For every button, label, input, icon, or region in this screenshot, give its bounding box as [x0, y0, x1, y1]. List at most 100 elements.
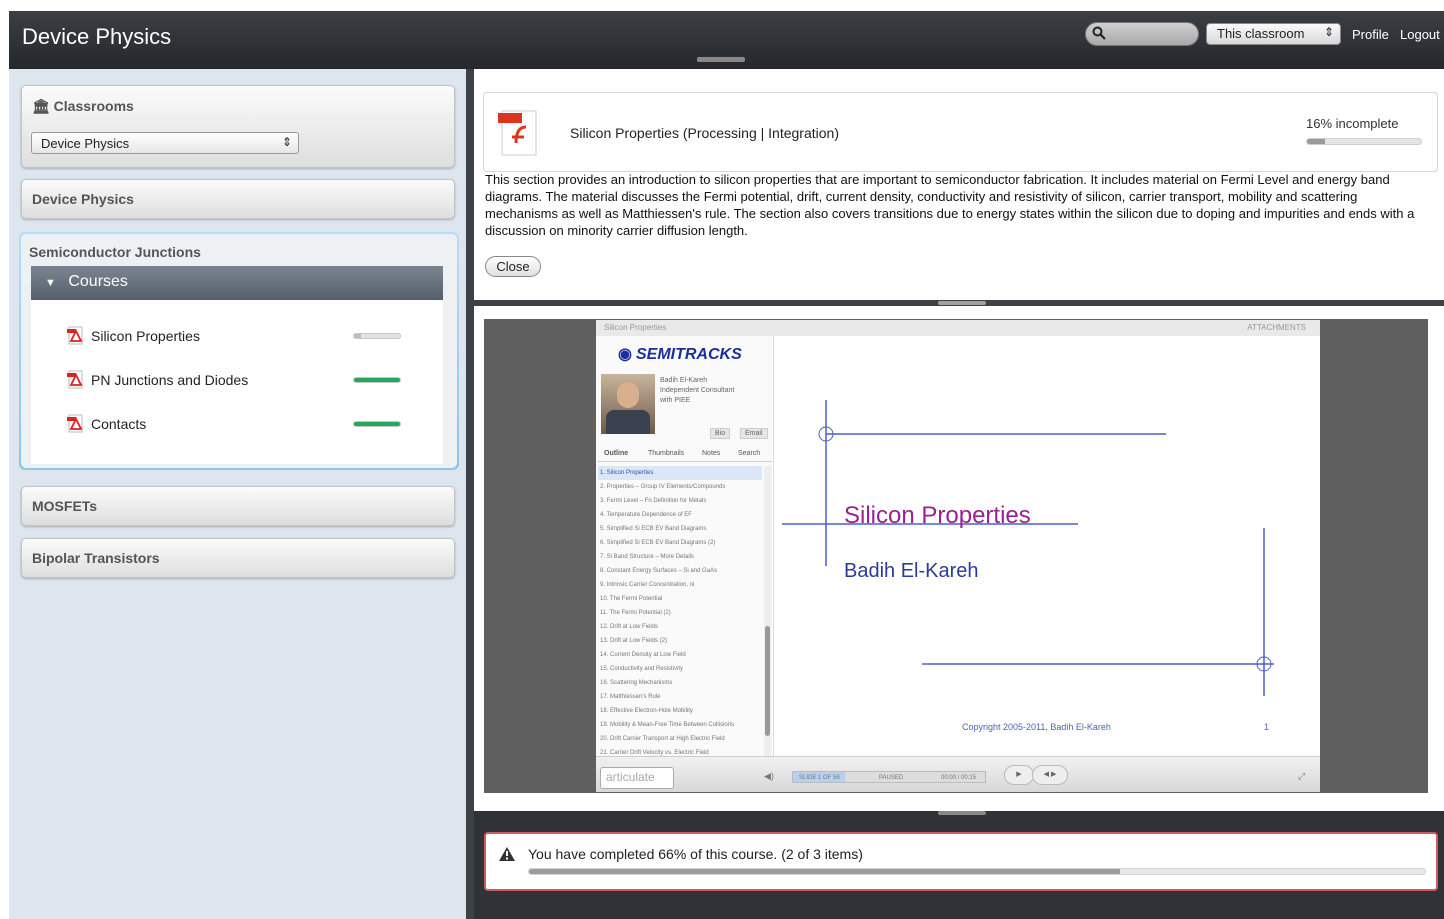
close-button[interactable]: Close: [485, 256, 541, 277]
courses-toggle[interactable]: ▼ Courses: [31, 266, 443, 300]
search-scope-value: This classroom: [1217, 26, 1305, 41]
course-label: Contacts: [91, 416, 147, 432]
volume-icon[interactable]: ◀): [764, 771, 774, 782]
outline-item[interactable]: 18. Effective Electron-Hole Mobility: [598, 704, 762, 718]
outline-item[interactable]: 2. Properties – Group IV Elements/Compou…: [598, 480, 762, 494]
outline-item[interactable]: 4. Temperature Dependence of EF: [598, 508, 762, 522]
fullscreen-icon[interactable]: ⤢: [1298, 771, 1305, 782]
outline-item[interactable]: 8. Constant Energy Surfaces – Si and GaA…: [598, 564, 762, 578]
bio-button[interactable]: Bio: [710, 428, 731, 439]
outline-item[interactable]: 3. Fermi Level – Fn Definition for Metal…: [598, 494, 762, 508]
tab-search[interactable]: Search: [738, 450, 760, 457]
player-controls: articulate ◀) SLIDE 1 OF 58 PAUSED 00:00…: [596, 756, 1320, 792]
outline-scrollbar[interactable]: [764, 466, 771, 756]
outline-item[interactable]: 5. Simplified Si ECB EV Band Diagrams: [598, 522, 762, 536]
presenter-affiliation: with PIEE: [660, 397, 691, 404]
section-label: Device Physics: [32, 191, 134, 207]
sidebar-splitter[interactable]: [466, 69, 474, 919]
search-scope-select[interactable]: This classroom ⇕: [1206, 23, 1341, 45]
slide: Silicon Properties Badih El-Kareh Copyri…: [776, 338, 1318, 756]
select-arrows-icon: ⇕: [281, 135, 292, 149]
email-button[interactable]: Email: [740, 428, 768, 439]
outline-item[interactable]: 20. Drift Carrier Transport at High Elec…: [598, 732, 762, 746]
course-item[interactable]: Silicon Properties: [67, 326, 437, 348]
section-label: Semiconductor Junctions: [29, 244, 201, 260]
outline-item[interactable]: 21. Carrier Drift Velocity vs. Electric …: [598, 746, 762, 756]
completion-text: You have completed 66% of this course. (…: [528, 846, 863, 862]
logout-link[interactable]: Logout: [1400, 27, 1440, 42]
search-input[interactable]: [1085, 22, 1199, 46]
course-item[interactable]: PN Junctions and Diodes: [67, 370, 437, 392]
outline-item[interactable]: 14. Current Density at Low Field: [598, 648, 762, 662]
caret-down-icon: ▼: [45, 277, 56, 289]
flash-file-icon: [498, 110, 537, 156]
course-progress-bar: [353, 377, 401, 383]
outline-item[interactable]: 1. Silicon Properties: [598, 466, 762, 480]
slide-author: Badih El-Kareh: [844, 560, 979, 582]
section-label: Bipolar Transistors: [32, 550, 160, 566]
course-item[interactable]: Contacts: [67, 414, 437, 436]
slide-counter: SLIDE 1 OF 58: [799, 775, 840, 781]
presentation-viewer: Silicon Properties ATTACHMENTS ◉ SEMITRAC…: [484, 319, 1428, 793]
section-bipolar-transistors[interactable]: Bipolar Transistors: [21, 538, 455, 578]
tab-thumbnails[interactable]: Thumbnails: [648, 450, 684, 457]
outline-item[interactable]: 19. Mobility & Mean-Free Time Between Co…: [598, 718, 762, 732]
presenter-name: Badih El-Kareh: [660, 377, 708, 384]
profile-link[interactable]: Profile: [1352, 27, 1389, 42]
outline-item[interactable]: 10. The Fermi Potential: [598, 592, 762, 606]
classrooms-panel: 🏛 Classrooms Device Physics ⇕: [21, 85, 455, 168]
course-label: PN Junctions and Diodes: [91, 372, 249, 388]
select-arrows-icon: ⇕: [1323, 25, 1334, 39]
content-viewer-frame: Silicon Properties ATTACHMENTS ◉ SEMITRAC…: [474, 306, 1444, 811]
module-description: This section provides an introduction to…: [485, 172, 1415, 238]
seek-bar[interactable]: SLIDE 1 OF 58 PAUSED 00:00 / 00:15: [792, 771, 986, 783]
classroom-select[interactable]: Device Physics ⇕: [31, 132, 299, 154]
search-icon: [1092, 26, 1106, 40]
module-progress-bar: [1306, 138, 1422, 145]
presenter-photo: [601, 374, 655, 434]
outline-item[interactable]: 12. Drift at Low Fields: [598, 620, 762, 634]
courses-label: Courses: [68, 273, 128, 290]
outline-item[interactable]: 13. Drift at Low Fields (2): [598, 634, 762, 648]
completion-progress-bar: [528, 868, 1426, 875]
course-completion-alert: You have completed 66% of this course. (…: [484, 832, 1438, 891]
playback-time: 00:00 / 00:15: [941, 775, 977, 781]
outline-item[interactable]: 7. Si Band Structure – More Details: [598, 550, 762, 564]
classroom-select-value: Device Physics: [41, 136, 130, 151]
presentation-player: Silicon Properties ATTACHMENTS ◉ SEMITRAC…: [596, 320, 1320, 792]
outline-item[interactable]: 15. Conductivity and Resistivity: [598, 662, 762, 676]
outline-item[interactable]: 11. The Fermi Potential (2): [598, 606, 762, 620]
outline-item[interactable]: 9. Intrinsic Carrier Concentration, ni: [598, 578, 762, 592]
attachments-link[interactable]: ATTACHMENTS: [1247, 323, 1306, 332]
playback-status: PAUSED: [879, 775, 904, 781]
tab-outline[interactable]: Outline: [604, 450, 628, 457]
section-mosfets[interactable]: MOSFETs: [21, 486, 455, 526]
slide-page-number: 1: [1264, 722, 1270, 732]
classroom-building-icon: 🏛: [32, 98, 50, 114]
pdf-icon: [67, 414, 83, 433]
player-sidebar: ◉ SEMITRACKS Badih El-Kareh Independent C…: [596, 336, 774, 756]
prev-next-buttons[interactable]: ◀ ▶: [1032, 765, 1068, 785]
warning-icon: [499, 847, 515, 861]
sidebar: 🏛 Classrooms Device Physics ⇕ Device Phy…: [9, 69, 468, 919]
pdf-icon: [67, 370, 83, 389]
course-list: Silicon Properties PN Junctions and Diod…: [31, 300, 443, 464]
play-button[interactable]: ▶: [1004, 765, 1034, 785]
section-device-physics[interactable]: Device Physics: [21, 179, 455, 219]
slide-title: Silicon Properties: [844, 502, 1031, 529]
semitracks-logo: ◉ SEMITRACKS: [618, 346, 742, 363]
section-semiconductor-junctions[interactable]: Semiconductor Junctions ▼ Courses Silico…: [19, 232, 459, 470]
presenter-title: Independent Consultant: [660, 387, 735, 394]
slide-crosshair-decoration: [782, 400, 1274, 696]
outline-item[interactable]: 17. Matthiessen's Rule: [598, 690, 762, 704]
player-tabs: Outline Thumbnails Notes Search: [598, 448, 772, 462]
outline-item[interactable]: 16. Scattering Mechanisms: [598, 676, 762, 690]
course-progress-bar: [353, 333, 401, 339]
player-title-bar: Silicon Properties ATTACHMENTS: [596, 320, 1320, 336]
app-title: Device Physics: [22, 24, 172, 49]
outline-item[interactable]: 6. Simplified Si ECB EV Band Diagrams (2…: [598, 536, 762, 550]
module-title: Silicon Properties (Processing | Integra…: [570, 125, 839, 141]
tab-notes[interactable]: Notes: [702, 450, 720, 457]
course-label: Silicon Properties: [91, 328, 200, 344]
pane-resize-handle[interactable]: [697, 57, 745, 62]
